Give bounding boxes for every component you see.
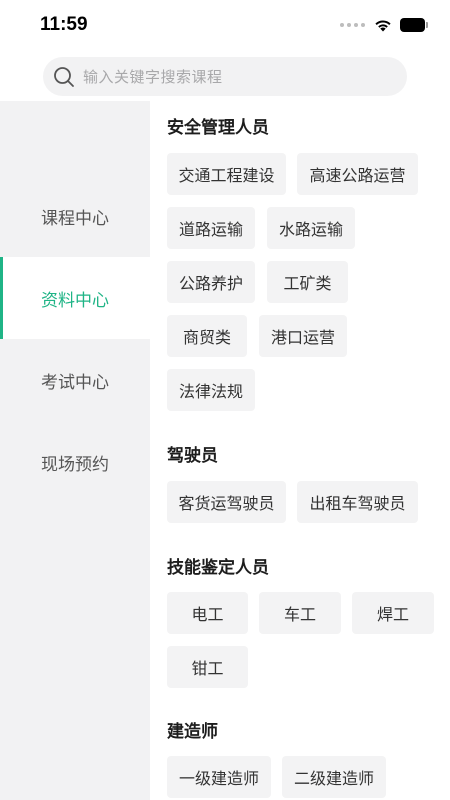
search-bar[interactable]: 输入关键字搜索课程 (43, 57, 407, 96)
section-title: 建造师 (167, 722, 218, 742)
tag-item[interactable]: 港口运营 (259, 315, 347, 357)
tag-item[interactable]: 出租车驾驶员 (297, 481, 418, 523)
status-icons (340, 15, 428, 35)
status-time: 11:59 (40, 14, 88, 35)
tag-item[interactable]: 焊工 (352, 592, 434, 634)
sidebar: 课程中心 资料中心 考试中心 现场预约 (0, 101, 150, 800)
section-title: 驾驶员 (167, 446, 218, 466)
battery-icon (400, 18, 428, 32)
tag-item[interactable]: 二级建造师 (282, 756, 386, 798)
search-input[interactable]: 输入关键字搜索课程 (83, 66, 223, 87)
category-content: 安全管理人员 交通工程建设 高速公路运营 道路运输 水路运输 公路养护 工矿类 … (150, 101, 450, 800)
tag-item[interactable]: 工矿类 (267, 261, 348, 303)
tag-item[interactable]: 钳工 (167, 646, 248, 688)
tag-item[interactable]: 法律法规 (167, 369, 255, 411)
tag-item[interactable]: 商贸类 (167, 315, 247, 357)
section-title: 技能鉴定人员 (167, 558, 269, 578)
tag-item[interactable]: 水路运输 (267, 207, 355, 249)
sidebar-item-exam-center[interactable]: 考试中心 (0, 339, 150, 421)
tag-item[interactable]: 一级建造师 (167, 756, 271, 798)
status-bar: 11:59 (0, 0, 450, 50)
tag-item[interactable]: 车工 (259, 592, 341, 634)
sidebar-item-course-center[interactable]: 课程中心 (0, 175, 150, 257)
tag-item[interactable]: 电工 (167, 592, 248, 634)
search-icon (54, 66, 74, 87)
sidebar-item-onsite-booking[interactable]: 现场预约 (0, 421, 150, 503)
tag-item[interactable]: 高速公路运营 (297, 153, 418, 195)
wifi-icon (375, 20, 391, 32)
tag-item[interactable]: 交通工程建设 (167, 153, 286, 195)
signal-icon (340, 23, 365, 27)
sidebar-item-materials-center[interactable]: 资料中心 (0, 257, 150, 339)
tag-item[interactable]: 公路养护 (167, 261, 255, 303)
section-title: 安全管理人员 (167, 118, 269, 138)
tag-item[interactable]: 道路运输 (167, 207, 255, 249)
tag-item[interactable]: 客货运驾驶员 (167, 481, 286, 523)
